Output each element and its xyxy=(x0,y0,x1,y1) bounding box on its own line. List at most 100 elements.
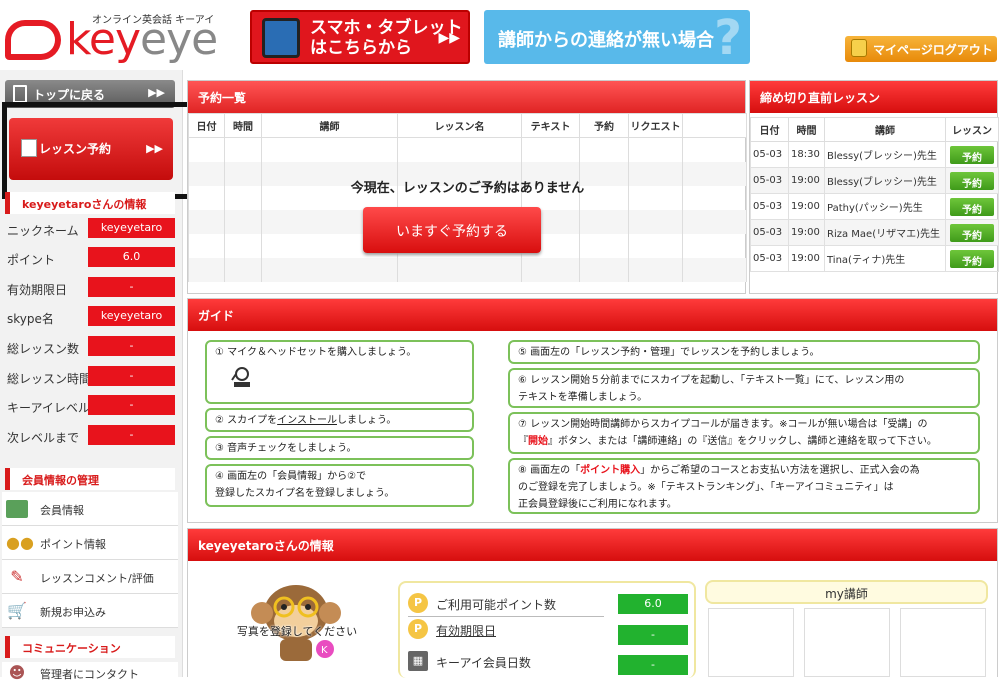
info-row-skype: skype名 keyeyetaro xyxy=(5,306,175,328)
col-teacher: 講師 xyxy=(824,117,946,142)
table-header-row: 日付 時間 講師 レッスン xyxy=(750,117,999,142)
guide-panel: ガイド ① マイク＆ヘッドセットを購入しましょう。 ② スカイプをインストールし… xyxy=(187,298,998,523)
headset-person-icon xyxy=(229,366,255,388)
info-row-total-lessons: 総レッスン数 - xyxy=(5,336,175,358)
member-card-icon xyxy=(6,500,28,518)
guide-step-8: ⑧ 画面左の「ポイント購入」からご希望のコースとお支払い方法を選択し、正式入会の… xyxy=(508,458,980,514)
guide-step-5: ⑤ 画面左の「レッスン予約・管理」でレッスンを予約しましょう。 xyxy=(508,340,980,364)
user-info-title: keyeyetaroさんの情報 xyxy=(188,529,997,561)
col-extra xyxy=(682,113,747,138)
table-header-row: 日付 時間 講師 レッスン名 テキスト 予約 リクエスト xyxy=(188,113,747,138)
member-days-value: - xyxy=(618,655,688,675)
col-date: 日付 xyxy=(188,113,225,138)
deadline-lessons-title: 締め切り直前レッスン xyxy=(750,81,997,113)
calendar-icon: ▦ xyxy=(408,651,428,671)
guide-step-4: ④ 画面左の「会員情報」から②で 登録したスカイプ名を登録しましょう。 xyxy=(205,464,474,507)
expiry-row: P 有効期限日 xyxy=(408,617,604,643)
coin-p-icon: P xyxy=(408,593,428,613)
lock-icon xyxy=(851,39,867,57)
reserve-button[interactable]: 予約 xyxy=(950,145,994,164)
logout-label: マイページログアウト xyxy=(873,43,993,57)
user-info-heading: keyeyetaroさんの情報 xyxy=(5,192,175,214)
info-row-points: ポイント 6.0 xyxy=(5,247,175,269)
reserve-button[interactable]: 予約 xyxy=(950,223,994,242)
pencil-note-icon: ✎ xyxy=(10,567,24,586)
member-manage-heading: 会員情報の管理 xyxy=(5,468,175,490)
reservation-list-panel: 予約一覧 日付 時間 講師 レッスン名 テキスト 予約 リクエスト 今現在、レッ… xyxy=(187,80,747,294)
no-contact-banner-text: 講師からの連絡が無い場合 xyxy=(498,30,714,51)
menu-contact-admin[interactable]: ☻ 管理者にコンタクト xyxy=(2,662,178,682)
reservation-table: 日付 時間 講師 レッスン名 テキスト 予約 リクエスト xyxy=(188,113,747,282)
guide-title: ガイド xyxy=(188,299,997,331)
person-icon: ☻ xyxy=(8,663,26,682)
expiry-link[interactable]: 有効期限日 xyxy=(436,622,496,639)
reserve-button[interactable]: 予約 xyxy=(950,249,994,268)
site-logo[interactable]: オンライン英会話 キーアイ keyeye xyxy=(0,0,230,70)
deadline-lessons-panel: 締め切り直前レッスン 日付 時間 講師 レッスン 05-03 18:30 Bless… xyxy=(749,80,999,294)
info-row-expiry: 有効期限日 - xyxy=(5,277,175,299)
guide-step-6: ⑥ レッスン開始５分前までにスカイプを起動し、「テキスト一覧」にて、レッスン用の… xyxy=(508,368,980,408)
communication-heading: コミュニケーション xyxy=(5,636,175,658)
points-row: P ご利用可能ポイント数 xyxy=(408,591,604,617)
back-to-top-label: トップに戻る xyxy=(33,88,106,102)
door-icon xyxy=(13,85,27,103)
table-row xyxy=(188,137,747,162)
reservation-list-title: 予約一覧 xyxy=(188,81,745,113)
table-row xyxy=(188,257,747,282)
col-teacher: 講師 xyxy=(261,113,398,138)
info-row-level: キーアイレベル - xyxy=(5,395,175,417)
col-reserve: 予約 xyxy=(579,113,629,138)
photo-register-text: 写真を登録してください xyxy=(236,625,358,638)
col-time: 時間 xyxy=(224,113,262,138)
table-row: 05-03 19:00 Pathy(パッシー)先生 予約 xyxy=(750,193,999,220)
col-time: 時間 xyxy=(788,117,825,142)
guide-step-7: ⑦ レッスン開始時間講師からスカイプコールが届きます。※コールが無い場合は「受講… xyxy=(508,412,980,454)
points-value: 6.0 xyxy=(618,594,688,614)
speech-bubble-logo-icon xyxy=(5,20,61,60)
info-row-next-level: 次レベルまで - xyxy=(5,425,175,447)
tablet-phone-icon xyxy=(262,18,300,58)
reserve-button[interactable]: 予約 xyxy=(950,197,994,216)
expiry-value: - xyxy=(618,625,688,645)
no-contact-banner[interactable]: 講師からの連絡が無い場合 ? xyxy=(484,10,750,66)
coin-p-icon: P xyxy=(408,619,428,639)
info-row-nickname: ニックネーム keyeyetaro xyxy=(5,218,175,240)
my-teacher-slot[interactable] xyxy=(900,608,986,677)
col-lesson: レッスン xyxy=(945,117,999,142)
reserve-button[interactable]: 予約 xyxy=(950,171,994,190)
my-teacher-slot[interactable] xyxy=(708,608,794,677)
mobile-site-banner[interactable]: スマホ・タブレット はこちらから ▶▶ xyxy=(250,10,470,64)
cart-icon: 🛒 xyxy=(7,601,27,620)
logo-wordmark: keyeye xyxy=(66,14,218,65)
highlight-frame xyxy=(2,102,195,199)
info-row-total-time: 総レッスン時間 - xyxy=(5,366,175,388)
guide-step-3: ③ 音声チェックをしましょう。 xyxy=(205,436,474,460)
double-arrow-icon: ▶▶ xyxy=(438,30,460,46)
my-teacher-heading: my講師 xyxy=(705,580,988,604)
monkey-mascot-avatar[interactable]: K 写真を登録してください xyxy=(226,573,366,663)
menu-lesson-comment[interactable]: ✎ レッスンコメント/評価 xyxy=(2,560,178,594)
guide-step-2: ② スカイプをインストールしましょう。 xyxy=(205,408,474,432)
menu-point-info[interactable]: ●● ポイント情報 xyxy=(2,526,178,560)
member-days-row: ▦ キーアイ会員日数 xyxy=(408,649,604,675)
no-reservation-message: 今現在、レッスンのご予約はありません xyxy=(350,181,585,196)
col-request: リクエスト xyxy=(628,113,683,138)
points-summary-box: P ご利用可能ポイント数 6.0 P 有効期限日 - ▦ キーアイ会員日数 - xyxy=(398,581,696,678)
col-date: 日付 xyxy=(750,117,789,142)
logout-button[interactable]: マイページログアウト xyxy=(845,36,997,62)
my-teacher-slot[interactable] xyxy=(804,608,890,677)
book-now-button[interactable]: いますぐ予約する xyxy=(363,207,541,253)
table-row: 05-03 19:00 Riza Mae(リザマエ)先生 予約 xyxy=(750,219,999,246)
question-mark-icon: ? xyxy=(714,10,742,66)
coins-icon: ●● xyxy=(6,533,34,552)
table-row: 05-03 19:00 Tina(ティナ)先生 予約 xyxy=(750,245,999,272)
col-lesson-name: レッスン名 xyxy=(397,113,522,138)
menu-member-info[interactable]: 会員情報 xyxy=(2,492,178,526)
install-link[interactable]: インストール xyxy=(277,415,337,426)
table-row: 05-03 18:30 Blessy(ブレッシー)先生 予約 xyxy=(750,141,999,168)
col-text: テキスト xyxy=(521,113,580,138)
menu-new-application[interactable]: 🛒 新規お申込み xyxy=(2,594,178,628)
guide-step-1: ① マイク＆ヘッドセットを購入しましょう。 xyxy=(205,340,474,404)
table-row: 05-03 19:00 Blessy(ブレッシー)先生 予約 xyxy=(750,167,999,194)
double-arrow-icon: ▶▶ xyxy=(148,86,165,99)
